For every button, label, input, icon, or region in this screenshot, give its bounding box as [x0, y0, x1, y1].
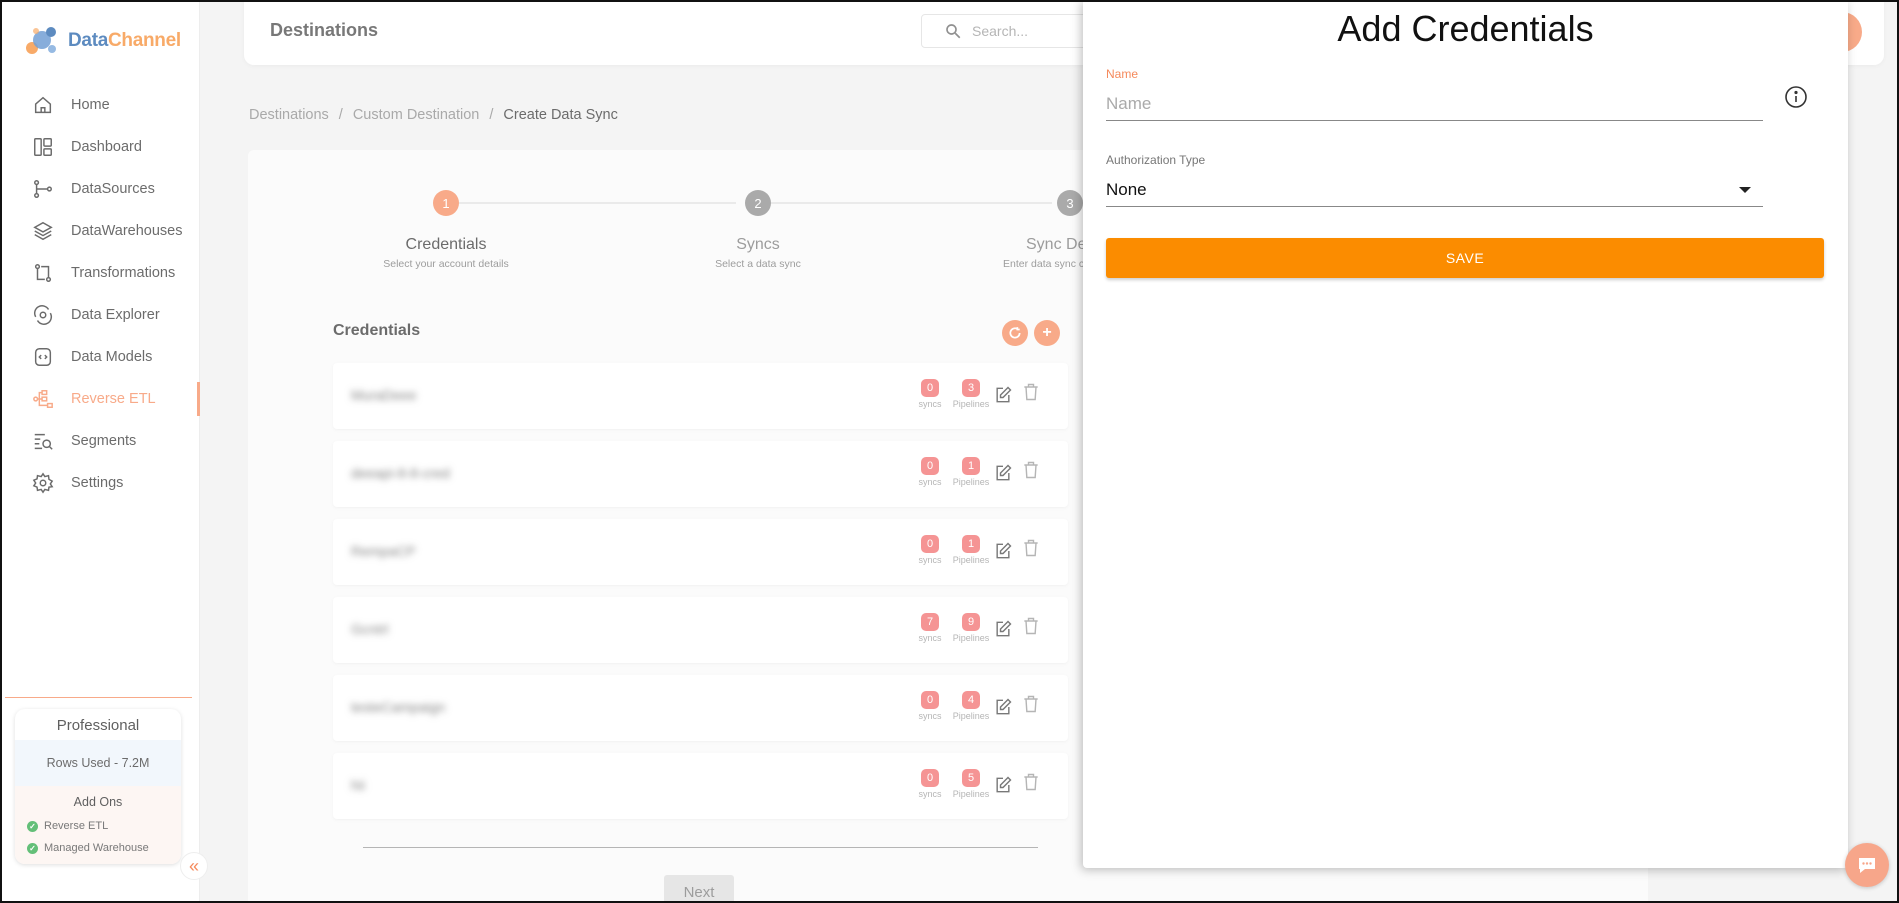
authorization-type-field: Authorization Type None — [1106, 153, 1763, 207]
name-field: Name Name — [1106, 67, 1763, 121]
double-chevron-left-icon: « — [188, 855, 199, 876]
chat-icon — [1859, 858, 1875, 873]
info-icon[interactable] — [1784, 85, 1808, 109]
name-input[interactable]: Name — [1106, 87, 1763, 121]
chat-button[interactable] — [1845, 843, 1889, 887]
caret-down-icon — [1739, 187, 1751, 193]
name-input-placeholder: Name — [1106, 93, 1152, 113]
drawer-title: Add Credentials — [1337, 8, 1594, 49]
authorization-type-label: Authorization Type — [1106, 153, 1206, 167]
authorization-type-value: None — [1106, 179, 1147, 199]
add-credentials-drawer: Add Credentials Name Name Authorization … — [1083, 0, 1848, 868]
authorization-type-select[interactable]: None — [1106, 173, 1763, 207]
save-button[interactable]: SAVE — [1106, 238, 1824, 278]
collapse-sidebar-button[interactable]: « — [180, 852, 208, 880]
name-field-label: Name — [1106, 67, 1139, 81]
